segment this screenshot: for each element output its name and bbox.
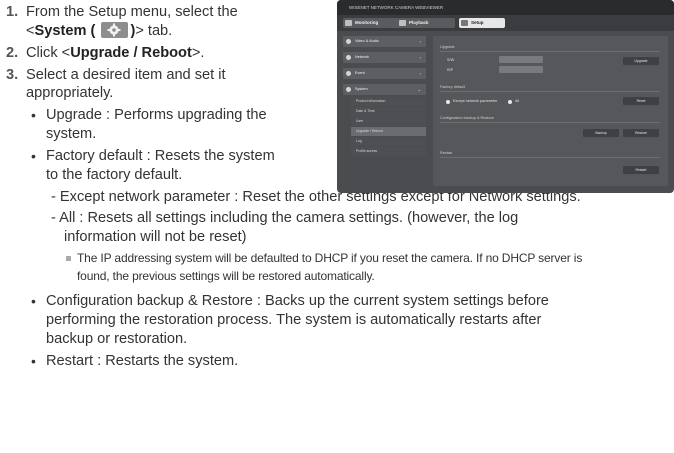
- sidebar-label: Network: [355, 55, 369, 59]
- restore-button: Restore: [623, 129, 659, 137]
- section-upgrade: Upgrade: [440, 45, 455, 49]
- upgrade-reboot-label: Upgrade / Reboot: [70, 45, 192, 61]
- step-2-post: >.: [191, 45, 205, 61]
- section-restart: Restart: [440, 151, 453, 155]
- submenu-label: Product information: [356, 99, 386, 103]
- step-3-text-line2: appropriately.: [26, 85, 114, 101]
- radio-all: [508, 100, 512, 104]
- bullet-backup-line1: Configuration backup & Restore : Backs u…: [46, 293, 549, 309]
- chevron-right-icon: ›: [419, 71, 421, 76]
- sidebar-item-event: Event ›: [343, 68, 426, 79]
- step-2-number: 2.: [6, 45, 19, 61]
- sidebar-item-video-audio: Video & Audio ›: [343, 36, 426, 47]
- system-icon: [346, 87, 351, 92]
- step-1-number: 1.: [6, 4, 19, 20]
- setup-icon: [461, 20, 468, 26]
- screenshot-brand: WISENET NETWORK CAMERA WEBVIEWER: [349, 5, 444, 10]
- upgrade-button: Upgrade: [623, 57, 659, 65]
- sidebar-item-system: System ⌄: [343, 84, 426, 95]
- radio-except: [446, 100, 450, 104]
- square-icon: [66, 256, 71, 261]
- divider: [440, 157, 660, 158]
- bullet-restart-glyph: •: [31, 353, 36, 369]
- restart-button: Restart: [623, 166, 659, 174]
- step-1-tab-suffix: > tab.: [135, 23, 173, 39]
- divider: [440, 122, 660, 123]
- step-1-system-tab-line: <System ( )> tab.: [26, 22, 172, 40]
- bullet-upgrade-line1: Upgrade : Performs upgrading the: [46, 107, 267, 123]
- sidebar-label: Video & Audio: [355, 39, 379, 43]
- all-option: All: [515, 99, 520, 103]
- step-1-lt: <: [26, 23, 35, 39]
- note-line2: found, the previous settings will be res…: [77, 269, 375, 283]
- all-reset-line2: information will not be reset): [64, 229, 247, 245]
- screenshot-main: Upgrade S/W ISP Upgrade Factory default …: [433, 36, 668, 186]
- step-2-text: Click <Upgrade / Reboot>.: [26, 44, 204, 62]
- submenu-label: Upgrade / Reboot: [356, 129, 383, 133]
- submenu-label: Profile access: [356, 149, 378, 153]
- submenu-user: User: [351, 117, 426, 126]
- step-3-text-line1: Select a desired item and set it: [26, 67, 226, 83]
- chevron-down-icon: ⌄: [417, 87, 421, 92]
- backup-button: Backup: [583, 129, 619, 137]
- sw-field: [499, 56, 543, 63]
- isp-field: [499, 66, 543, 73]
- submenu-log: Log: [351, 137, 426, 146]
- submenu-label: Log: [356, 139, 362, 143]
- section-backup: Configuration backup & Restore: [440, 116, 494, 120]
- bullet-backup-line3: backup or restoration.: [46, 331, 188, 347]
- submenu-product-info: Product information: [351, 97, 426, 106]
- isp-label: ISP: [447, 68, 454, 72]
- tab-playback: Playback: [397, 18, 455, 28]
- sidebar-label: System: [355, 87, 368, 91]
- step-2-pre: Click <: [26, 45, 71, 61]
- bullet-restart-line1: Restart : Restarts the system.: [46, 353, 239, 369]
- screenshot-sidebar: Video & Audio › Network › Event › System ⌄ P…: [343, 36, 426, 186]
- sidebar-label: Event: [355, 71, 365, 75]
- note-line1: The IP addressing system will be default…: [77, 251, 583, 265]
- chevron-right-icon: ›: [419, 39, 421, 44]
- chevron-right-icon: ›: [419, 55, 421, 60]
- event-icon: [346, 71, 351, 76]
- tab-monitoring-label: Monitoring: [355, 20, 379, 25]
- playback-icon: [399, 20, 406, 26]
- system-tab-label: System (: [34, 23, 96, 39]
- step-1-text: From the Setup menu, select the: [26, 4, 238, 20]
- bullet-upgrade-glyph: •: [31, 107, 36, 123]
- submenu-profile-access: Profile access: [351, 147, 426, 156]
- bullet-factory-line2: to the factory default.: [46, 167, 183, 183]
- manual-page: 1. From the Setup menu, select the <Syst…: [0, 0, 674, 453]
- submenu-label: User: [356, 119, 364, 123]
- submenu-date-time: Date & Time: [351, 107, 426, 116]
- sidebar-item-network: Network ›: [343, 52, 426, 63]
- divider: [440, 91, 660, 92]
- submenu-upgrade-reboot: Upgrade / Reboot: [351, 127, 426, 136]
- step-3-number: 3.: [6, 67, 19, 83]
- tab-setup-label: Setup: [471, 20, 484, 25]
- network-icon: [346, 55, 351, 60]
- bullet-backup-glyph: •: [31, 293, 36, 309]
- bullet-factory-line1: Factory default : Resets the system: [46, 148, 275, 164]
- reset-button: Reset: [623, 97, 659, 105]
- submenu-label: Date & Time: [356, 109, 375, 113]
- tab-playback-label: Playback: [409, 20, 429, 25]
- screenshot-tabs: Monitoring Playback Setup: [337, 15, 674, 31]
- video-icon: [346, 39, 351, 44]
- all-reset-line1: - All : Resets all settings including th…: [51, 210, 519, 226]
- except-option: Except network parameter: [453, 99, 498, 103]
- screenshot-topbar: WISENET NETWORK CAMERA WEBVIEWER: [337, 0, 674, 15]
- gear-icon: [101, 22, 129, 38]
- divider: [440, 51, 660, 52]
- section-factory: Factory default: [440, 85, 466, 89]
- monitor-icon: [345, 20, 352, 26]
- bullet-upgrade-line2: system.: [46, 126, 97, 142]
- tab-setup: Setup: [459, 18, 505, 28]
- bullet-factory-glyph: •: [31, 148, 36, 164]
- setup-screenshot: WISENET NETWORK CAMERA WEBVIEWER Monitor…: [337, 0, 674, 193]
- sw-label: S/W: [447, 58, 455, 62]
- bullet-backup-line2: performing the restoration process. The …: [46, 312, 542, 328]
